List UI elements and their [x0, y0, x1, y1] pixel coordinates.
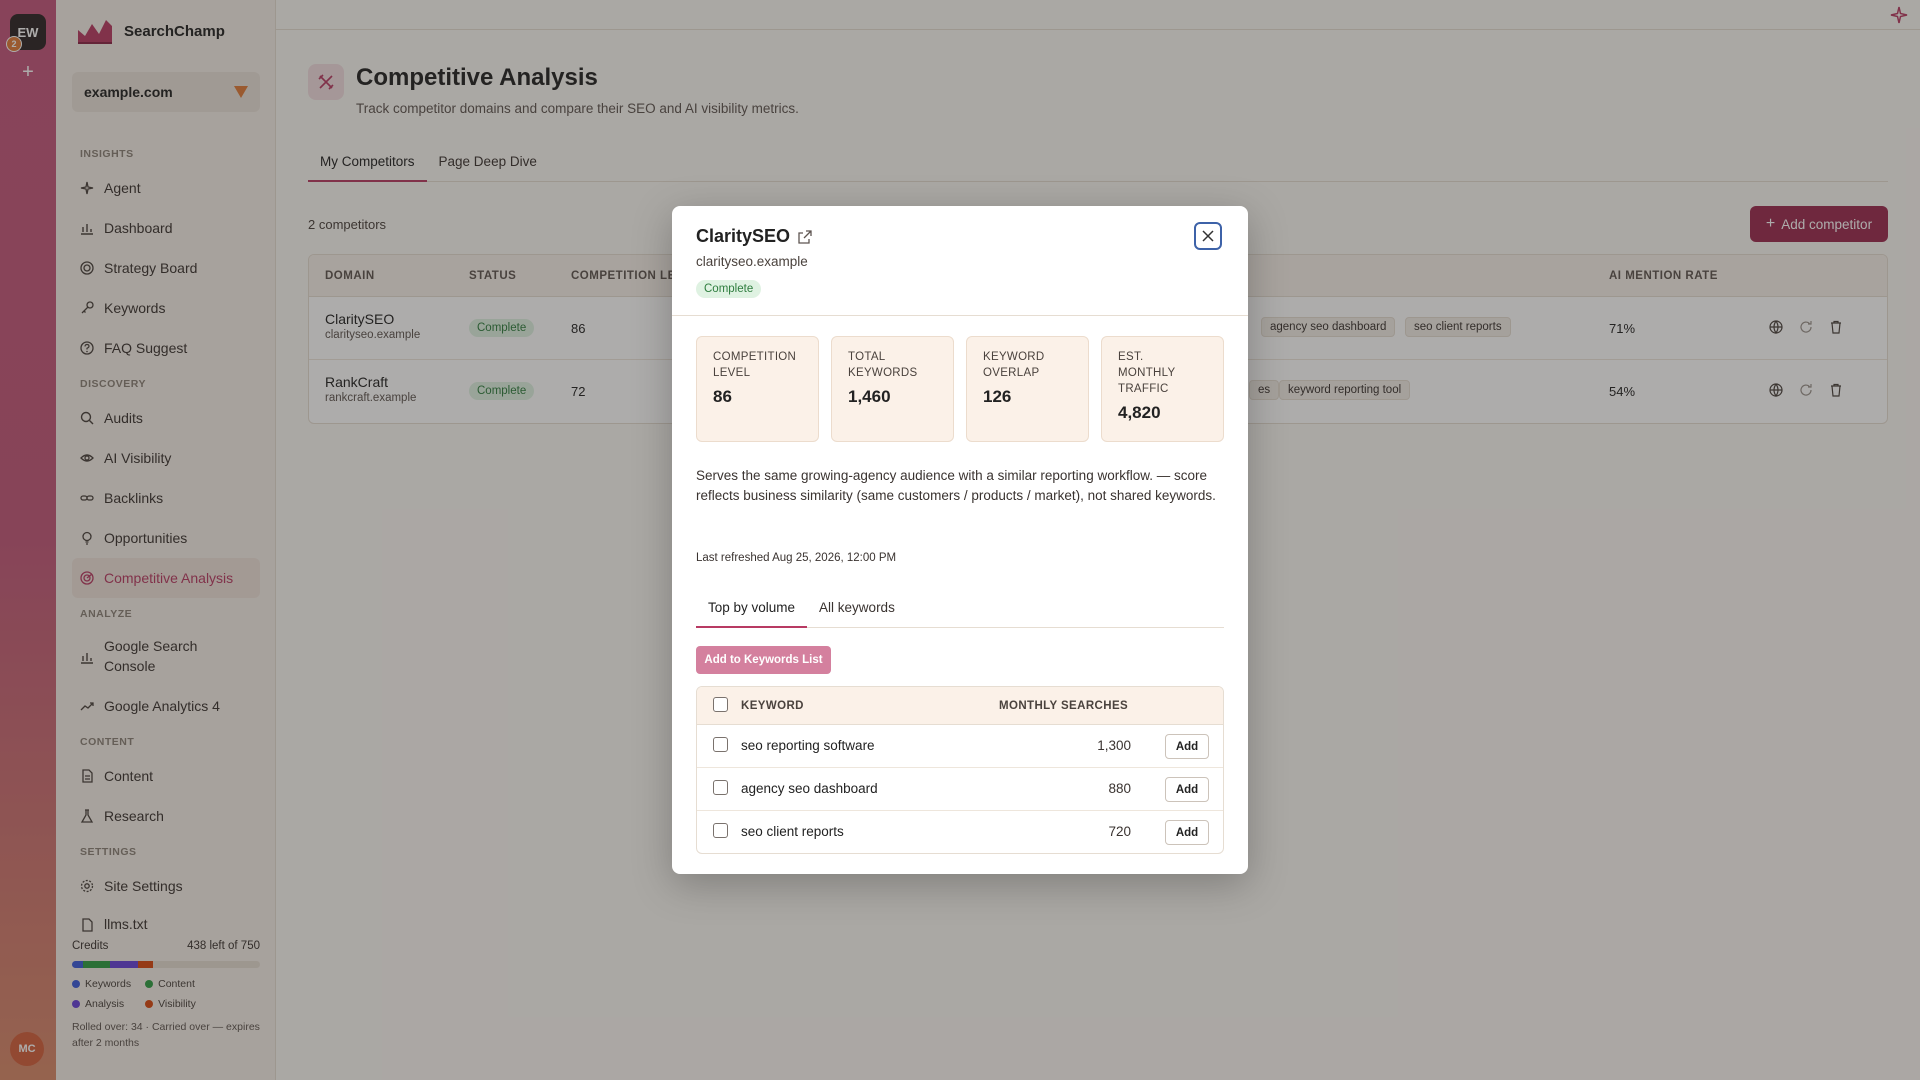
competitor-detail-modal: ClaritySEO clarityseo.example Complete C… — [672, 206, 1248, 874]
stat-card-keyword-overlap: KEYWORD OVERLAP 126 — [966, 336, 1089, 442]
header-monthly-searches[interactable]: MONTHLY SEARCHES — [999, 700, 1128, 712]
row-checkbox[interactable] — [713, 780, 728, 795]
external-link-icon[interactable] — [798, 229, 812, 244]
stat-value: 86 — [713, 387, 732, 407]
row-checkbox[interactable] — [713, 737, 728, 752]
stat-value: 126 — [983, 387, 1012, 407]
stat-card-total-keywords: TOTAL KEYWORDS 1,460 — [831, 336, 954, 442]
monthly-searches: 880 — [1108, 781, 1131, 796]
monthly-searches: 1,300 — [1097, 738, 1131, 753]
table-row: seo client reports 720 Add — [697, 811, 1223, 853]
stat-card-competition: COMPETITION LEVEL 86 — [696, 336, 819, 442]
keyword-text: seo reporting software — [741, 738, 875, 753]
stats-row: COMPETITION LEVEL 86 TOTAL KEYWORDS 1,46… — [696, 336, 1224, 442]
stat-label: KEYWORD OVERLAP — [983, 351, 1045, 380]
modal-domain: clarityseo.example — [696, 254, 808, 269]
stat-value: 1,460 — [848, 387, 891, 407]
add-keyword-button[interactable]: Add — [1165, 734, 1209, 759]
monthly-searches: 720 — [1108, 824, 1131, 839]
modal-tabs: Top by volume All keywords — [696, 592, 1224, 628]
stat-label: COMPETITION LEVEL — [713, 351, 797, 380]
table-row: agency seo dashboard 880 Add — [697, 768, 1223, 811]
select-all-checkbox[interactable] — [713, 697, 728, 712]
close-button[interactable] — [1194, 222, 1222, 250]
keyword-text: seo client reports — [741, 824, 844, 839]
tab-all-keywords[interactable]: All keywords — [807, 592, 907, 628]
keywords-table-header: KEYWORD MONTHLY SEARCHES — [697, 687, 1223, 725]
add-to-keywords-list-button[interactable]: Add to Keywords List — [696, 646, 831, 674]
modal-header: ClaritySEO clarityseo.example Complete — [672, 206, 1248, 316]
tab-top-by-volume[interactable]: Top by volume — [696, 592, 808, 628]
add-keyword-button[interactable]: Add — [1165, 777, 1209, 802]
row-checkbox[interactable] — [713, 823, 728, 838]
table-row: seo reporting software 1,300 Add — [697, 725, 1223, 768]
header-keyword[interactable]: KEYWORD — [741, 700, 804, 712]
stat-label: TOTAL KEYWORDS — [848, 351, 918, 380]
keywords-table: KEYWORD MONTHLY SEARCHES seo reporting s… — [696, 686, 1224, 854]
stat-label: EST. MONTHLY TRAFFIC — [1118, 351, 1176, 396]
close-icon — [1202, 230, 1214, 242]
modal-title: ClaritySEO — [696, 226, 812, 247]
keyword-text: agency seo dashboard — [741, 781, 878, 796]
status-badge: Complete — [696, 280, 762, 298]
competitor-description: Serves the same growing-agency audience … — [696, 468, 1216, 503]
last-refreshed: Last refreshed Aug 25, 2026, 12:00 PM — [696, 552, 897, 564]
stat-card-monthly-traffic: EST. MONTHLY TRAFFIC 4,820 — [1101, 336, 1224, 442]
stat-value: 4,820 — [1118, 403, 1161, 423]
add-keyword-button[interactable]: Add — [1165, 820, 1209, 845]
